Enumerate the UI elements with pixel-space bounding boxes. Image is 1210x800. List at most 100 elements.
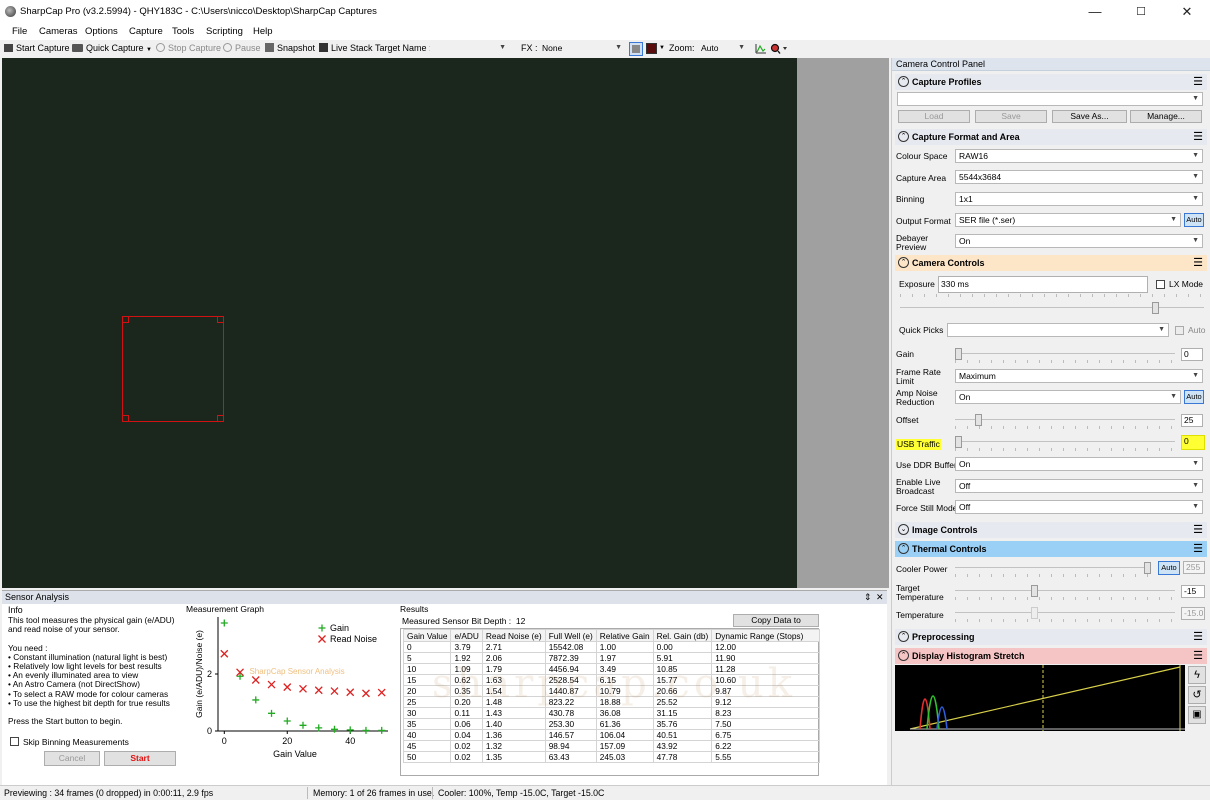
collapse-icon[interactable]: ⌃ — [898, 631, 909, 642]
maximize-button[interactable]: ☐ — [1118, 0, 1164, 24]
collapse-icon[interactable]: ⌃ — [898, 76, 909, 87]
cooler-power-input[interactable]: 255 — [1183, 561, 1205, 574]
section-histogram-stretch[interactable]: ⌃ Display Histogram Stretch ☰ — [895, 648, 1207, 664]
frame-rate-limit-select[interactable]: Maximum ▼ — [955, 369, 1203, 383]
skip-binning-checkbox[interactable] — [10, 737, 19, 746]
selection-handle[interactable] — [122, 316, 129, 323]
offset-input[interactable]: 25 — [1181, 414, 1203, 427]
selection-handle[interactable] — [217, 415, 224, 422]
collapse-icon[interactable]: ⌃ — [898, 650, 909, 661]
cooler-power-slider[interactable] — [955, 562, 1151, 577]
collapse-icon[interactable]: ⌃ — [898, 257, 909, 268]
column-header[interactable]: Read Noise (e) — [481, 629, 546, 642]
menu-file[interactable]: File — [12, 26, 27, 37]
quick-picks-select[interactable]: ▼ — [947, 323, 1169, 337]
grey-background-toggle[interactable] — [629, 42, 643, 56]
menu-icon[interactable]: ☰ — [1193, 74, 1203, 90]
table-row[interactable]: 40 0.04 1.36 146.57 106.04 40.51 6.75 — [402, 729, 821, 741]
section-capture-profiles[interactable]: ⌃ Capture Profiles ☰ — [895, 74, 1207, 90]
collapse-icon[interactable]: ⌃ — [898, 543, 909, 554]
chevron-down-icon[interactable]: ▼ — [146, 47, 152, 53]
profile-select[interactable]: ▼ — [897, 92, 1203, 106]
manage-profiles-button[interactable]: Manage... — [1130, 110, 1202, 123]
expand-icon[interactable]: ⌄ — [898, 524, 909, 535]
quick-picks-auto-checkbox[interactable] — [1175, 326, 1184, 335]
menu-scripting[interactable]: Scripting — [206, 26, 243, 37]
live-broadcast-select[interactable]: Off ▼ — [955, 479, 1203, 493]
capture-area-select[interactable]: 5544x3684 ▼ — [955, 170, 1203, 184]
pin-icon[interactable]: ⇕ — [864, 591, 872, 604]
close-button[interactable]: ✕ — [1164, 0, 1210, 24]
live-stack-button[interactable]: Live Stack — [319, 43, 373, 53]
column-header[interactable]: Relative Gain — [595, 629, 654, 642]
section-thermal-controls[interactable]: ⌃ Thermal Controls ☰ — [895, 541, 1207, 557]
menu-icon[interactable]: ☰ — [1193, 129, 1203, 145]
amp-noise-select[interactable]: On ▼ — [955, 390, 1181, 404]
load-profile-button[interactable]: Load — [898, 110, 970, 123]
target-temperature-input[interactable]: -15 — [1181, 585, 1205, 598]
menu-icon[interactable]: ☰ — [1193, 541, 1203, 557]
offset-slider[interactable] — [955, 414, 1175, 429]
menu-help[interactable]: Help — [253, 26, 273, 37]
menu-icon[interactable]: ☰ — [1193, 255, 1203, 271]
table-row[interactable]: 50 0.02 1.35 63.43 245.03 47.78 5.55 — [402, 751, 821, 763]
quick-capture-button[interactable]: Quick Capture ▼ — [72, 43, 152, 53]
column-header[interactable]: Rel. Gain (db) — [652, 629, 713, 642]
usb-traffic-slider[interactable] — [955, 436, 1175, 451]
fx-select[interactable]: None ▼ — [538, 41, 626, 55]
force-still-select[interactable]: Off ▼ — [955, 500, 1203, 514]
exposure-input[interactable]: 330 ms — [938, 276, 1148, 293]
table-row[interactable]: 45 0.02 1.32 98.94 157.09 43.92 6.22 — [402, 740, 821, 752]
menu-icon[interactable]: ☰ — [1193, 648, 1203, 664]
gain-input[interactable]: 0 — [1181, 348, 1203, 361]
menu-options[interactable]: Options — [85, 26, 118, 37]
cooler-auto-button[interactable]: Auto — [1158, 561, 1180, 575]
histogram-display[interactable] — [895, 665, 1185, 731]
binning-select[interactable]: 1x1 ▼ — [955, 192, 1203, 206]
lx-mode-checkbox[interactable] — [1156, 280, 1165, 289]
menu-cameras[interactable]: Cameras — [39, 26, 78, 37]
save-profile-button[interactable]: Save — [975, 110, 1047, 123]
copy-data-button[interactable]: Copy Data to Clipboard — [733, 614, 819, 636]
start-capture-button[interactable]: Start Capture — [4, 43, 70, 53]
save-as-profile-button[interactable]: Save As... — [1052, 110, 1127, 123]
collapse-icon[interactable]: ⌃ — [898, 131, 909, 142]
selection-handle[interactable] — [122, 415, 129, 422]
menu-icon[interactable]: ☰ — [1193, 522, 1203, 538]
table-row[interactable]: 35 0.06 1.40 253.30 61.36 35.76 7.50 — [402, 718, 821, 730]
start-button[interactable]: Start — [104, 751, 176, 766]
section-capture-format[interactable]: ⌃ Capture Format and Area ☰ — [895, 129, 1207, 145]
gain-slider[interactable] — [955, 348, 1175, 363]
histogram-icon[interactable] — [755, 43, 767, 54]
exposure-slider[interactable] — [900, 294, 1204, 314]
cancel-button[interactable]: Cancel — [44, 751, 100, 766]
pause-button[interactable]: Pause — [223, 43, 261, 53]
section-camera-controls[interactable]: ⌃ Camera Controls ☰ — [895, 255, 1207, 271]
minimize-button[interactable]: — — [1072, 0, 1118, 24]
zoom-select[interactable]: Auto ▼ — [697, 41, 749, 55]
stop-capture-button[interactable]: Stop Capture — [156, 43, 221, 53]
section-image-controls[interactable]: ⌄ Image Controls ☰ — [895, 522, 1207, 538]
camera-preview[interactable] — [2, 58, 797, 588]
selection-area[interactable] — [122, 316, 224, 422]
output-format-auto-button[interactable]: Auto — [1184, 213, 1204, 227]
red-square-icon[interactable] — [646, 43, 657, 54]
menu-tools[interactable]: Tools — [172, 26, 194, 37]
selection-handle[interactable] — [217, 316, 224, 323]
table-row[interactable]: 30 0.11 1.43 430.78 36.08 31.15 8.23 — [402, 707, 821, 719]
menu-capture[interactable]: Capture — [129, 26, 163, 37]
output-format-select[interactable]: SER file (*.ser) ▼ — [955, 213, 1181, 227]
usb-traffic-input[interactable]: 0 — [1181, 435, 1205, 450]
ddr-buffer-select[interactable]: On ▼ — [955, 457, 1203, 471]
column-header[interactable]: Gain Value — [402, 629, 452, 642]
amp-noise-auto-button[interactable]: Auto — [1184, 390, 1204, 404]
reset-icon[interactable]: ↺ — [1188, 686, 1206, 704]
target-temperature-slider[interactable] — [955, 585, 1175, 600]
magnifier-icon[interactable] — [770, 43, 788, 54]
table-row[interactable]: 0 3.79 2.71 15542.08 1.00 0.00 12.00 — [402, 641, 821, 653]
close-icon[interactable]: ✕ — [876, 591, 884, 604]
chevron-down-icon[interactable]: ▼ — [659, 45, 665, 51]
menu-icon[interactable]: ☰ — [1193, 629, 1203, 645]
target-name-select[interactable]: ▼ — [430, 41, 510, 55]
column-header[interactable]: Full Well (e) — [544, 629, 597, 642]
